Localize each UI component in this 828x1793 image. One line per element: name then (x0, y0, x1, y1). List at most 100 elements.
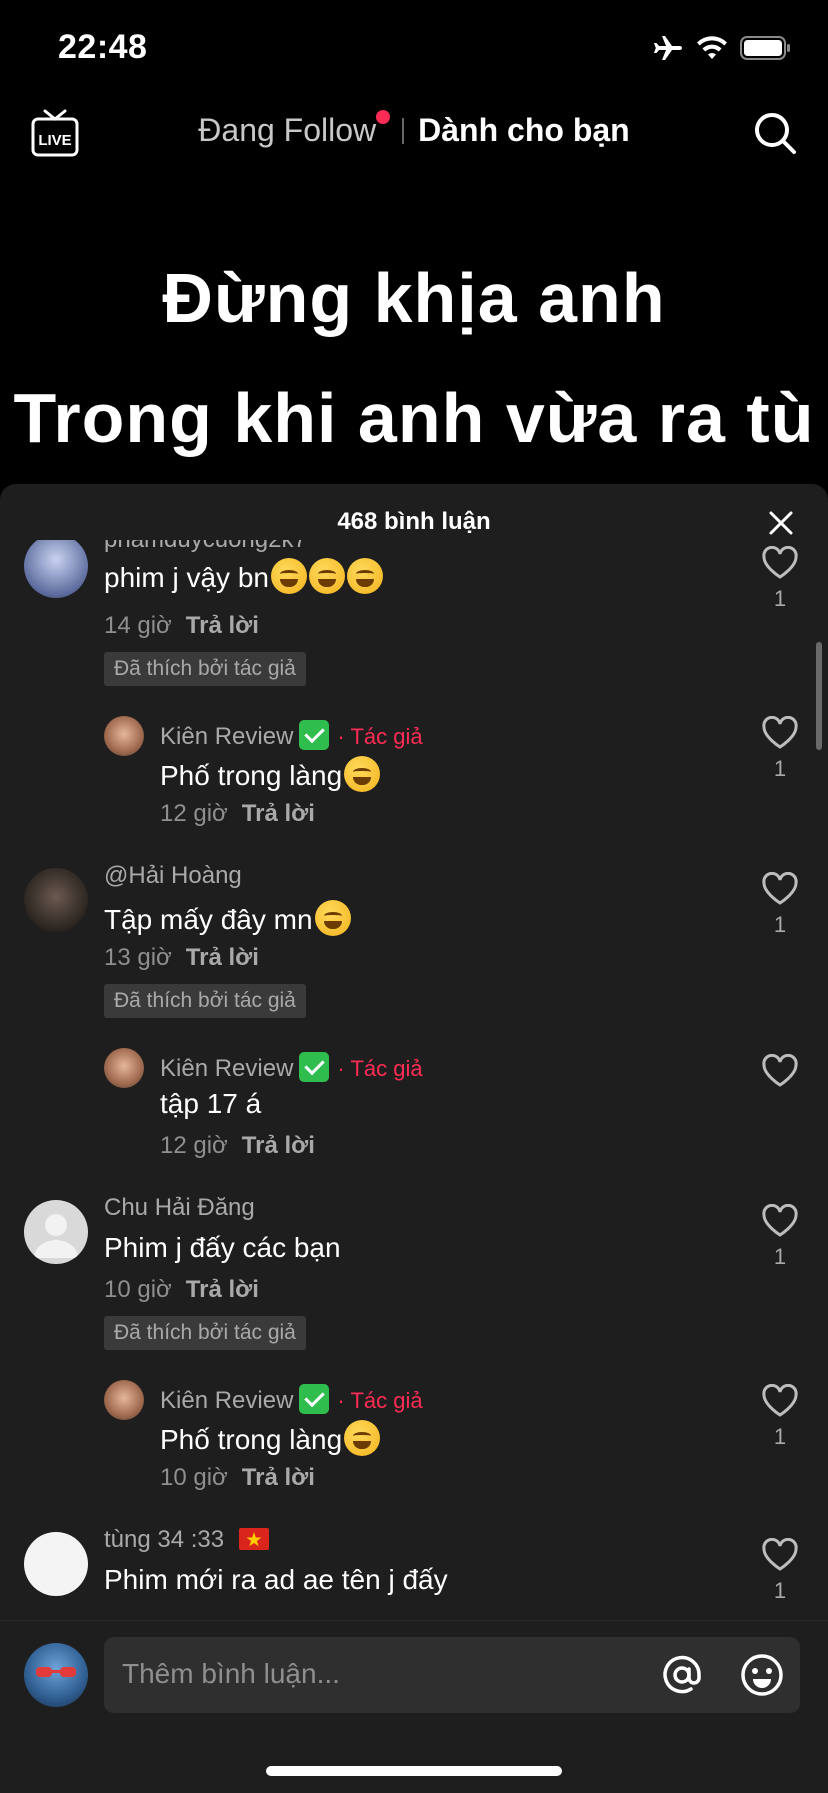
like-button[interactable] (760, 1054, 800, 1088)
like-button[interactable]: 1 (760, 1384, 800, 1450)
author-tag: · Tác giả (337, 1056, 423, 1081)
like-button[interactable]: 1 (760, 716, 800, 782)
reply-username[interactable]: Kiên Review (160, 723, 293, 750)
comment-username: tùng 34 :33 (104, 1526, 269, 1554)
heart-icon (762, 1204, 798, 1237)
like-count: 1 (773, 1424, 787, 1449)
reply-username[interactable]: Kiên Review (160, 1387, 293, 1414)
reply-button[interactable]: Trả lời (186, 1276, 259, 1303)
reply-button[interactable]: Trả lời (242, 800, 315, 827)
reply-button[interactable]: Trả lời (186, 612, 259, 639)
default-avatar-icon (34, 1214, 78, 1258)
tab-for-you[interactable]: Dành cho bạn (418, 112, 630, 149)
mention-icon[interactable] (660, 1653, 704, 1697)
avatar[interactable] (24, 1200, 88, 1264)
comment-text: phim j vậy bn (104, 558, 383, 594)
search-icon[interactable] (752, 110, 798, 156)
comment-username: Kiên Review · Tác giả (160, 1384, 423, 1415)
like-button[interactable]: 1 (760, 1204, 800, 1270)
my-avatar[interactable] (24, 1643, 88, 1707)
comment-username[interactable]: @Hải Hoàng (104, 862, 242, 890)
tab-divider (402, 117, 405, 144)
smiling-hearts-emoji-icon (344, 1420, 381, 1456)
feed-tabs: Đang Follow Dành cho bạn (0, 110, 828, 149)
comment-text-content: Phố trong làng (160, 1424, 343, 1455)
heart-icon (762, 872, 798, 905)
video-caption-line1: Đừng khịa anh (162, 259, 666, 337)
comment-username[interactable]: Chu Hải Đăng (104, 1194, 255, 1222)
comment-text-content: phim j vậy bn (104, 562, 269, 593)
comment-text: Phố trong làng (160, 756, 381, 792)
comment-username: Kiên Review · Tác giả (160, 720, 423, 751)
liked-by-author-badge: Đã thích bởi tác giả (104, 1316, 306, 1350)
heart-icon (762, 1538, 798, 1571)
reply-button[interactable]: Trả lời (242, 1132, 315, 1159)
verified-check-icon (299, 1384, 330, 1414)
sweat-smile-emoji-icon (308, 558, 345, 594)
heart-icon (762, 716, 798, 749)
author-tag: · Tác giả (337, 1388, 423, 1413)
like-button[interactable]: 1 (760, 1538, 800, 1600)
heart-icon (762, 546, 798, 579)
like-count: 1 (773, 756, 787, 781)
comment-text-content: Phố trong làng (160, 760, 343, 791)
reply-username[interactable]: Kiên Review (160, 1055, 293, 1082)
comment-time: 13 giờ (104, 944, 172, 971)
comment-meta: 14 giờ Trả lời (104, 612, 259, 640)
home-indicator[interactable] (266, 1766, 562, 1776)
like-button[interactable]: 1 (760, 872, 800, 938)
heart-icon (762, 1384, 798, 1417)
comment-text: Phim mới ra ad ae tên j đấy (104, 1564, 448, 1595)
like-count: 1 (773, 1244, 787, 1269)
comment-list: phamduycuong2k7 phim j vậy bn 14 giờ Trả … (0, 540, 828, 1600)
sweat-smile-emoji-icon (314, 900, 351, 936)
comment-time: 12 giờ (160, 1132, 228, 1159)
smiling-hearts-emoji-icon (344, 756, 381, 792)
like-count: 1 (773, 912, 787, 937)
verified-check-icon (299, 720, 330, 750)
comment-username: Kiên Review · Tác giả (160, 1052, 423, 1083)
emoji-icon[interactable] (740, 1653, 784, 1697)
comment-time: 10 giờ (104, 1276, 172, 1303)
comment-time: 10 giờ (160, 1464, 228, 1491)
sweat-smile-emoji-icon (270, 558, 307, 594)
avatar[interactable] (104, 1380, 144, 1420)
avatar[interactable] (24, 1532, 88, 1596)
comment-username-text[interactable]: tùng 34 :33 (104, 1526, 224, 1553)
comment-username[interactable]: phamduycuong2k7 (104, 540, 307, 554)
comment-time: 14 giờ (104, 612, 172, 639)
comment-text-content: Tập mấy đây mn (104, 904, 313, 935)
comment-meta: 10 giờ Trả lời (160, 1464, 315, 1492)
comment-input-placeholder: Thêm bình luận... (122, 1658, 340, 1689)
like-count: 1 (773, 1578, 787, 1600)
video-caption-line2: Trong khi anh vừa ra tù (13, 379, 815, 457)
avatar[interactable] (24, 868, 88, 932)
liked-by-author-badge: Đã thích bởi tác giả (104, 652, 306, 686)
top-navigation: LIVE Đang Follow Dành cho bạn (0, 100, 828, 166)
status-bar: 22:48 (0, 0, 828, 100)
comment-meta: 12 giờ Trả lời (160, 800, 315, 828)
comment-time: 12 giờ (160, 800, 228, 827)
battery-icon (740, 36, 790, 60)
tab-following[interactable]: Đang Follow (198, 110, 402, 149)
status-time: 22:48 (58, 28, 148, 66)
sunglasses-icon (36, 1667, 76, 1677)
wifi-icon (697, 36, 727, 59)
comment-meta: 12 giờ Trả lời (160, 1132, 315, 1160)
reply-button[interactable]: Trả lời (186, 944, 259, 971)
comment-text: Phim j đấy các bạn (104, 1232, 341, 1263)
avatar[interactable] (104, 716, 144, 756)
comment-text: tập 17 á (160, 1088, 262, 1119)
comment-text: Tập mấy đây mn (104, 900, 351, 936)
like-count: 1 (773, 586, 787, 611)
verified-check-icon (299, 1052, 330, 1082)
avatar[interactable] (104, 1048, 144, 1088)
avatar[interactable] (24, 540, 88, 598)
comment-input[interactable]: Thêm bình luận... (104, 1637, 800, 1713)
comments-sheet: 468 bình luận phamduycuong2k7 phim j vậy… (0, 484, 828, 1792)
liked-by-author-badge: Đã thích bởi tác giả (104, 984, 306, 1018)
close-icon[interactable] (768, 510, 794, 536)
reply-button[interactable]: Trả lời (242, 1464, 315, 1491)
like-button[interactable]: 1 (760, 546, 800, 612)
comment-meta: 10 giờ Trả lời (104, 1276, 259, 1304)
